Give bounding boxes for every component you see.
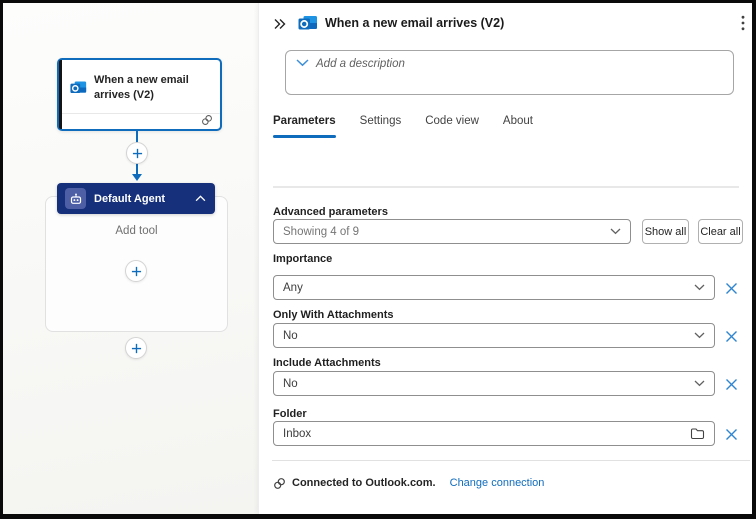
agent-icon <box>65 188 86 209</box>
plus-icon <box>131 343 141 353</box>
remove-folder-button[interactable] <box>723 426 739 442</box>
close-icon <box>725 428 737 440</box>
app-window: When a new email arrives (V2) Default Ag… <box>0 0 756 519</box>
more-options-icon[interactable] <box>734 14 752 32</box>
tab-about[interactable]: About <box>503 112 533 138</box>
only-with-attachments-label: Only With Attachments <box>273 309 394 321</box>
add-action-button[interactable] <box>125 337 147 359</box>
tab-bar: Parameters Settings Code view About <box>273 112 533 138</box>
tab-settings[interactable]: Settings <box>360 112 402 138</box>
remove-importance-button[interactable] <box>723 280 739 296</box>
tab-code-view[interactable]: Code view <box>425 112 479 138</box>
connection-footer: Connected to Outlook.com. Change connect… <box>273 475 544 491</box>
flow-canvas[interactable]: When a new email arrives (V2) Default Ag… <box>3 3 258 514</box>
chevron-down-icon <box>610 228 621 235</box>
outlook-icon <box>70 81 87 94</box>
insert-step-button[interactable] <box>126 142 148 164</box>
close-icon <box>725 378 737 390</box>
chevron-down-icon <box>694 332 705 339</box>
connection-icon <box>273 477 286 490</box>
section-divider <box>273 186 739 188</box>
description-input[interactable]: Add a description <box>285 50 734 95</box>
plus-icon <box>131 266 141 276</box>
close-icon <box>725 282 737 294</box>
agent-header[interactable]: Default Agent <box>57 183 215 214</box>
details-panel: When a new email arrives (V2) Add a desc… <box>258 3 752 514</box>
outlook-icon <box>298 16 317 30</box>
chevron-down-icon[interactable] <box>296 59 309 67</box>
trigger-title: When a new email arrives (V2) <box>94 73 189 101</box>
only-with-attachments-dropdown[interactable]: No <box>273 323 715 348</box>
agent-title: Default Agent <box>94 192 166 205</box>
chevron-down-icon <box>694 380 705 387</box>
remove-include-attachments-button[interactable] <box>723 376 739 392</box>
close-icon <box>725 330 737 342</box>
chevron-up-icon[interactable] <box>195 195 206 202</box>
tab-parameters[interactable]: Parameters <box>273 112 336 138</box>
include-attachments-dropdown[interactable]: No <box>273 371 715 396</box>
folder-label: Folder <box>273 408 307 420</box>
importance-dropdown[interactable]: Any <box>273 275 715 300</box>
folder-icon[interactable] <box>690 427 705 440</box>
panel-title: When a new email arrives (V2) <box>325 16 505 30</box>
chevron-down-icon <box>694 284 705 291</box>
add-tool-button[interactable] <box>125 260 147 282</box>
include-attachments-label: Include Attachments <box>273 357 381 369</box>
connection-icon <box>202 115 212 125</box>
show-all-button[interactable]: Show all <box>642 219 689 244</box>
clear-all-button[interactable]: Clear all <box>698 219 743 244</box>
advanced-parameters-label: Advanced parameters <box>273 206 388 218</box>
plus-icon <box>132 148 142 158</box>
panel-header: When a new email arrives (V2) <box>259 11 752 39</box>
connector-arrowhead <box>132 174 142 181</box>
description-placeholder: Add a description <box>316 58 405 70</box>
footer-divider <box>272 460 750 461</box>
change-connection-link[interactable]: Change connection <box>450 477 545 489</box>
connection-status-text: Connected to Outlook.com. <box>292 477 436 489</box>
advanced-parameters-dropdown[interactable]: Showing 4 of 9 <box>273 219 631 244</box>
add-tool-label: Add tool <box>115 225 158 237</box>
trigger-card[interactable]: When a new email arrives (V2) <box>57 58 222 131</box>
importance-label: Importance <box>273 253 333 265</box>
collapse-panel-icon[interactable] <box>273 17 287 31</box>
folder-input[interactable]: Inbox <box>273 421 715 446</box>
trigger-card-footer <box>62 113 220 129</box>
remove-only-with-attachments-button[interactable] <box>723 328 739 344</box>
